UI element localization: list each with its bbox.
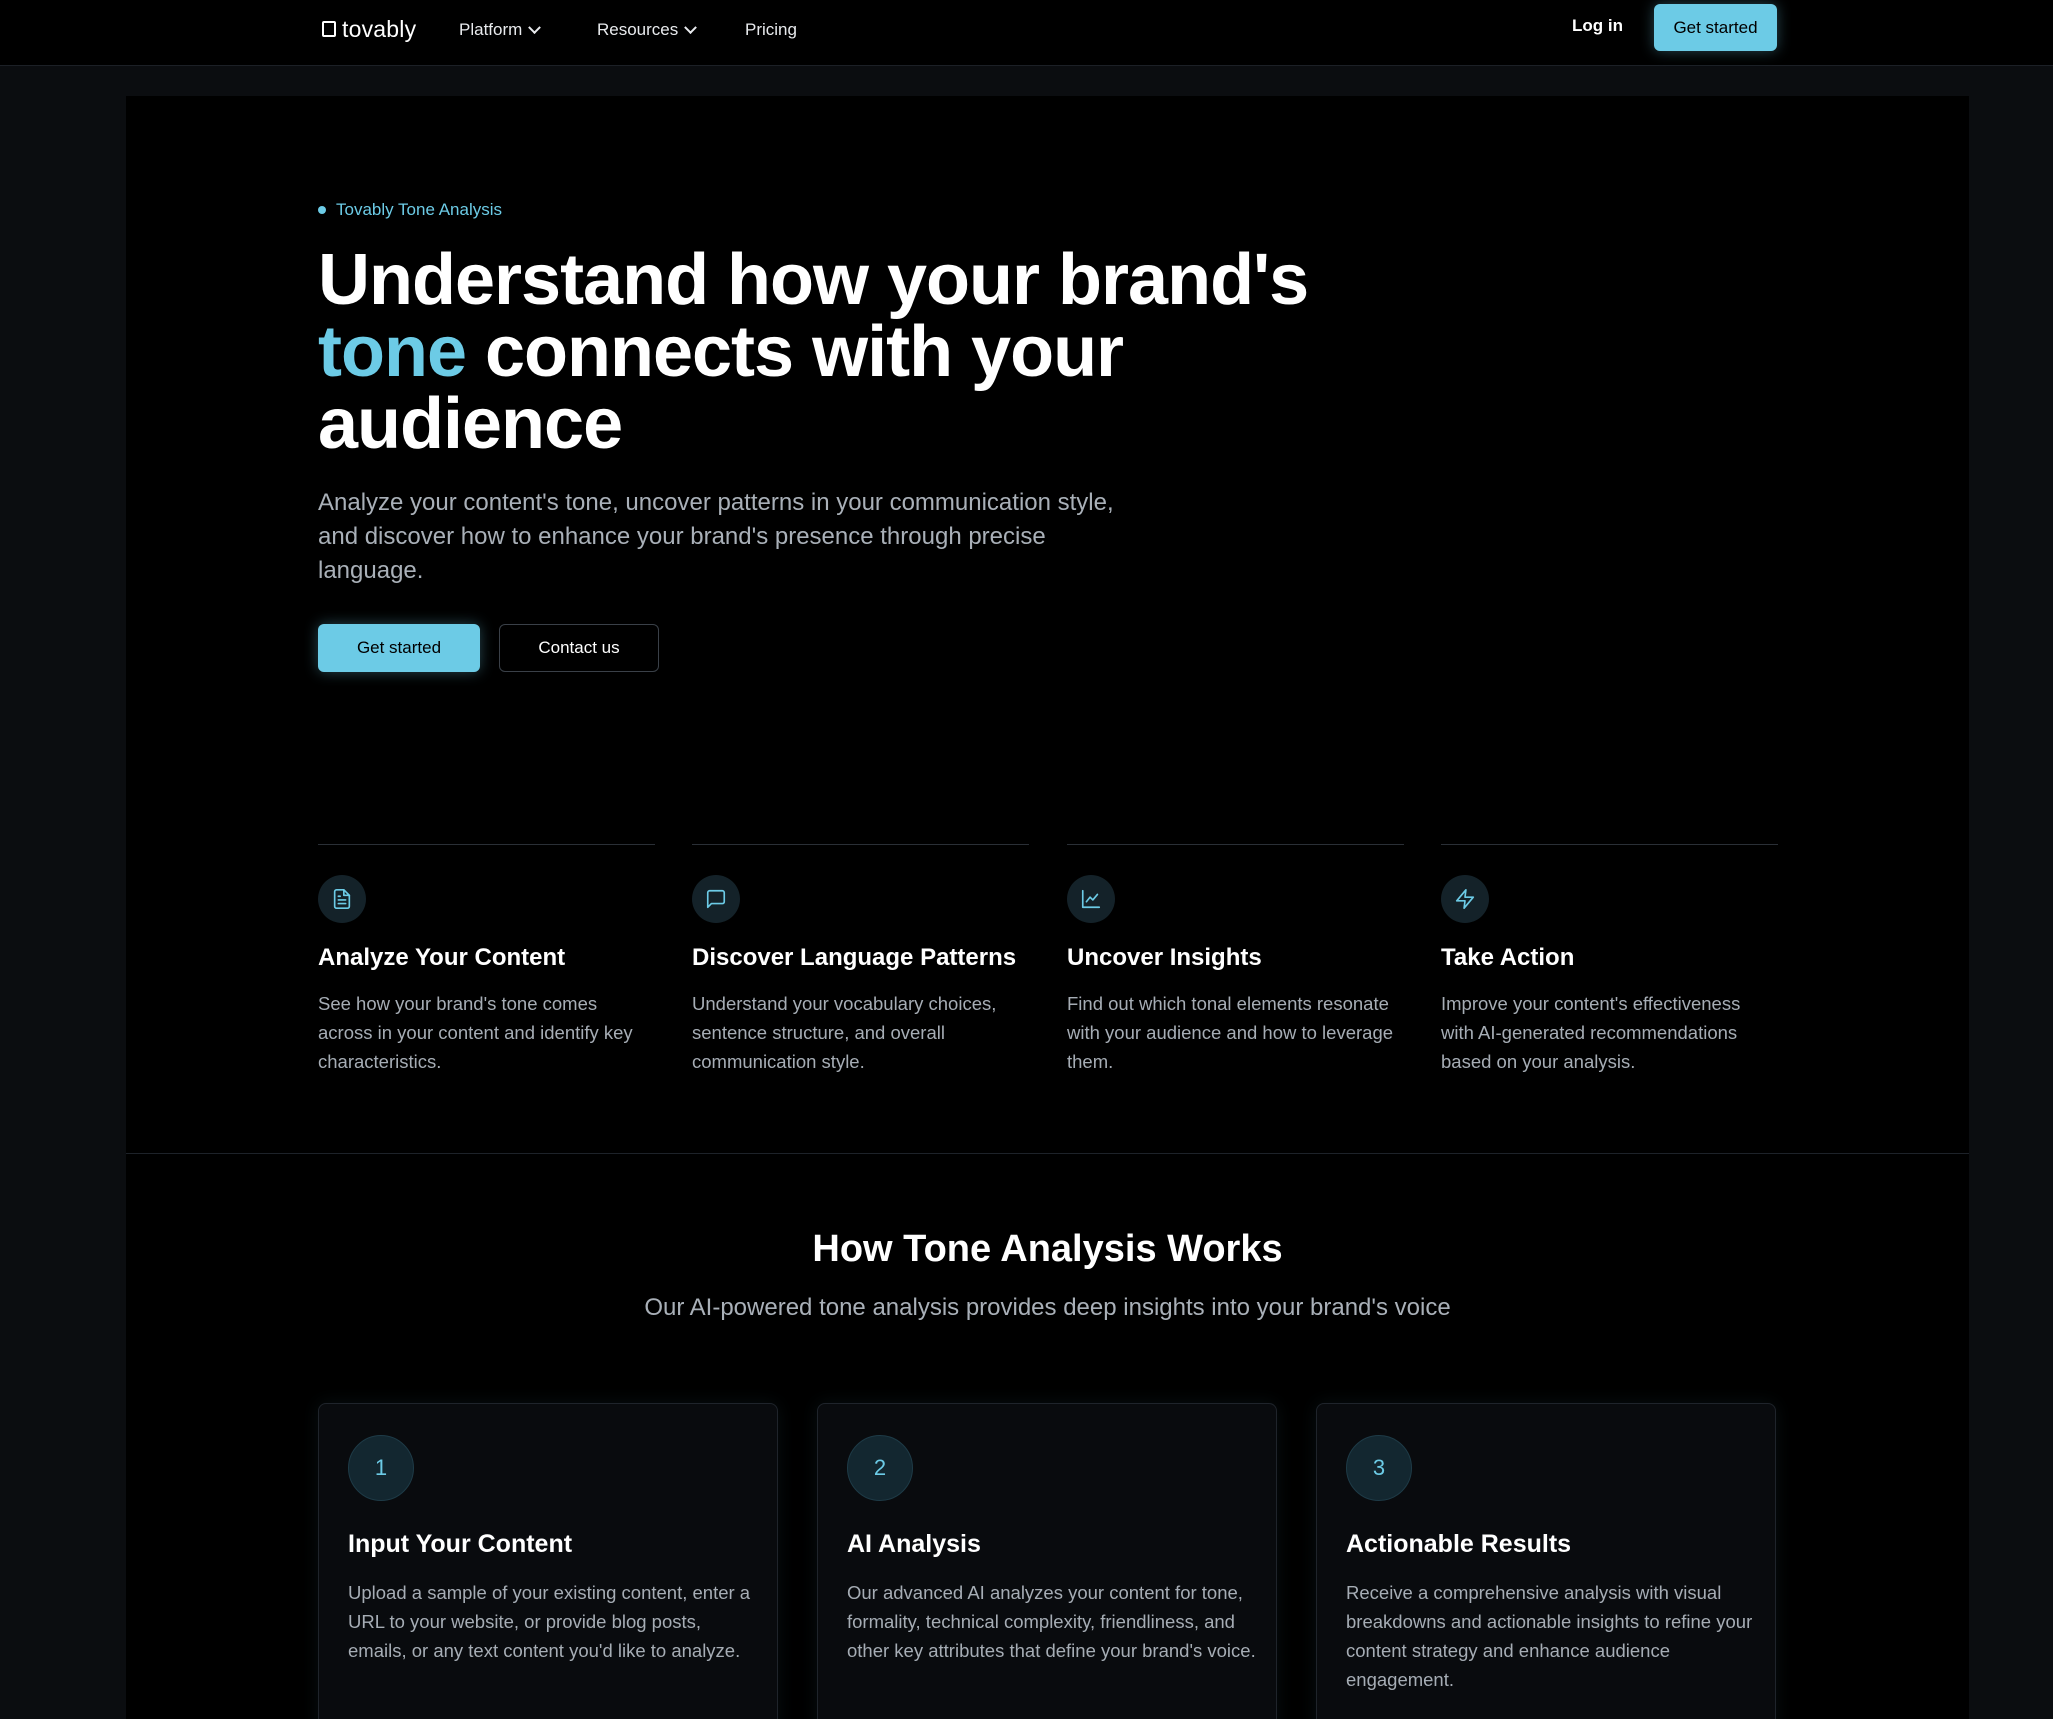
feature-title: Take Action	[1441, 944, 1575, 971]
nav-item-pricing[interactable]: Pricing	[745, 18, 797, 42]
feature-divider	[692, 844, 1029, 845]
feature-card: Take Action Improve your content's effec…	[1441, 844, 1778, 1076]
feature-divider	[1441, 844, 1778, 845]
feature-text: Find out which tonal elements resonate w…	[1067, 993, 1394, 1072]
nav-item-platform[interactable]: Platform	[459, 18, 542, 42]
feature-text: Improve your content's effectiveness wit…	[1441, 993, 1741, 1072]
hero-title: Understand how your brand's tone connect…	[318, 244, 1318, 460]
line-chart-icon	[1067, 875, 1115, 923]
nav-item-label: Resources	[597, 20, 679, 39]
eyebrow-dot	[318, 206, 326, 214]
hero-title-line3: audience	[318, 384, 623, 464]
section-divider	[126, 1153, 1969, 1154]
login-link[interactable]: Log in	[1572, 16, 1623, 40]
step-title: Actionable Results	[1346, 1530, 1572, 1558]
hero-eyebrow: Tovably Tone Analysis	[318, 200, 502, 220]
how-section-subtitle: Our AI-powered tone analysis provides de…	[644, 1294, 1451, 1321]
hero-subtitle: Analyze your content's tone, uncover pat…	[318, 489, 1114, 584]
hero-title-line1: Understand how your brand's	[318, 240, 1309, 320]
logo[interactable]: tovably	[322, 14, 416, 44]
chevron-down-icon	[684, 20, 698, 34]
step-title: AI Analysis	[847, 1530, 981, 1558]
document-icon	[318, 875, 366, 923]
nav-get-started-button[interactable]: Get started	[1654, 4, 1777, 51]
hero-get-started-button[interactable]: Get started	[318, 624, 480, 672]
step-text: Our advanced AI analyzes your content fo…	[847, 1582, 1256, 1661]
step-text: Upload a sample of your existing content…	[348, 1582, 751, 1661]
eyebrow-label: Tovably Tone Analysis	[336, 200, 503, 219]
feature-divider	[1067, 844, 1404, 845]
nav-item-resources[interactable]: Resources	[597, 18, 698, 42]
feature-divider	[318, 844, 655, 845]
logo-icon	[322, 21, 336, 37]
nav-item-label: Platform	[459, 20, 523, 39]
contact-us-button[interactable]: Contact us	[499, 624, 659, 672]
step-text: Receive a comprehensive analysis with vi…	[1346, 1582, 1753, 1690]
step-number: 1	[348, 1435, 414, 1501]
step-card: 1 Input Your Content Upload a sample of …	[318, 1403, 778, 1719]
nav-item-label: Pricing	[745, 20, 797, 39]
hero-title-line2: connects with your	[465, 312, 1124, 392]
top-navbar: tovably Platform Resources Pricing Log i…	[0, 0, 2053, 66]
feature-title: Analyze Your Content	[318, 944, 566, 971]
step-card: 3 Actionable Results Receive a comprehen…	[1316, 1403, 1776, 1719]
chat-bubble-icon	[692, 875, 740, 923]
lightning-icon	[1441, 875, 1489, 923]
feature-text: See how your brand's tone comes across i…	[318, 993, 633, 1072]
feature-title: Discover Language Patterns	[692, 944, 1017, 971]
how-section-title: How Tone Analysis Works	[812, 1228, 1283, 1270]
hero-title-accent: tone	[318, 312, 467, 392]
step-number: 2	[847, 1435, 913, 1501]
feature-text: Understand your vocabulary choices, sent…	[692, 993, 997, 1072]
feature-card: Analyze Your Content See how your brand'…	[318, 844, 655, 1076]
feature-card: Discover Language Patterns Understand yo…	[692, 844, 1029, 1076]
step-number: 3	[1346, 1435, 1412, 1501]
logo-text: tovably	[342, 15, 417, 42]
chevron-down-icon	[528, 20, 542, 34]
feature-title: Uncover Insights	[1067, 944, 1262, 971]
step-card: 2 AI Analysis Our advanced AI analyzes y…	[817, 1403, 1277, 1719]
feature-card: Uncover Insights Find out which tonal el…	[1067, 844, 1404, 1076]
step-title: Input Your Content	[348, 1530, 573, 1558]
